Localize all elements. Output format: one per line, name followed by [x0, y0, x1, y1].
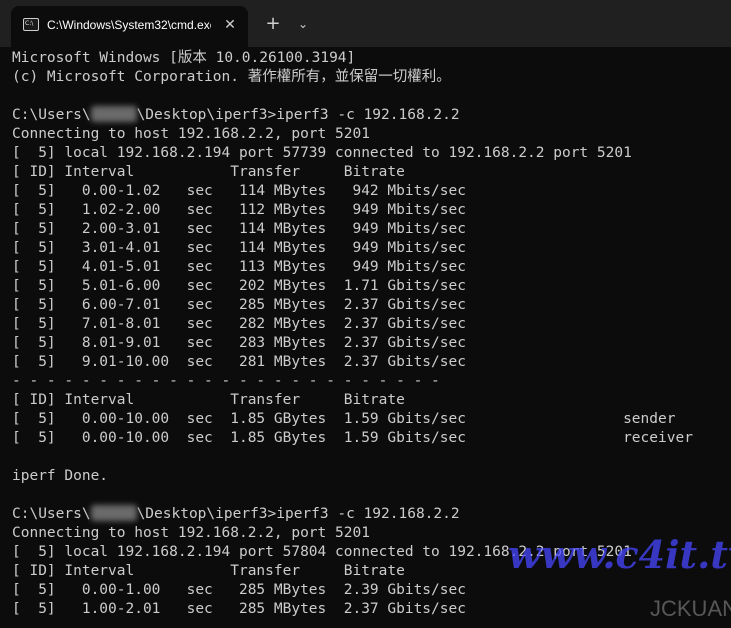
command-text: iperf3 -c 192.168.2.2 — [276, 107, 460, 123]
console-line: [ 5] 5.01-6.00 sec 202 MBytes 1.71 Gbits… — [12, 278, 466, 294]
console-line: [ 5] 1.02-2.00 sec 112 MBytes 949 Mbits/… — [12, 202, 466, 218]
console-line: - - - - - - - - - - - - - - - - - - - - … — [12, 373, 440, 389]
console-line: Connecting to host 192.168.2.2, port 520… — [12, 525, 370, 541]
console-line: [ 5] 0.00-10.00 sec 1.85 GBytes 1.59 Gbi… — [12, 411, 676, 427]
console-line: iperf Done. — [12, 468, 109, 484]
console-line: [ ID] Interval Transfer Bitrate — [12, 164, 405, 180]
prompt-suffix: \Desktop\iperf3> — [136, 506, 277, 522]
console-line: [ 5] 9.01-10.00 sec 281 MBytes 2.37 Gbit… — [12, 354, 466, 370]
command-text: iperf3 -c 192.168.2.2 — [276, 506, 460, 522]
console-line: [ 5] 7.01-8.01 sec 282 MBytes 2.37 Gbits… — [12, 316, 466, 332]
prompt-prefix: C:\Users\ — [12, 506, 91, 522]
console-line: (c) Microsoft Corporation. 著作權所有，並保留一切權利… — [12, 69, 451, 85]
console-line: [ 5] 3.01-4.01 sec 114 MBytes 949 Mbits/… — [12, 240, 466, 256]
console-line: Connecting to host 192.168.2.2, port 520… — [12, 126, 370, 142]
console-line: [ 5] 0.00-10.00 sec 1.85 GBytes 1.59 Gbi… — [12, 430, 693, 446]
console-output[interactable]: Microsoft Windows [版本 10.0.26100.3194] (c… — [12, 49, 731, 628]
console-line: Microsoft Windows [版本 10.0.26100.3194] — [12, 50, 356, 66]
console-line: [ ID] Interval Transfer Bitrate — [12, 392, 405, 408]
console-line: C:\Users\ \Desktop\iperf3>iperf3 -c 192.1… — [12, 505, 731, 524]
chevron-down-icon[interactable]: ⌄ — [293, 12, 313, 36]
title-bar: C:\Windows\System32\cmd.exe ✕ + ⌄ — [0, 0, 731, 47]
console-line: [ 5] local 192.168.2.194 port 57739 conn… — [12, 145, 632, 161]
console-line: [ 5] 8.01-9.01 sec 283 MBytes 2.37 Gbits… — [12, 335, 466, 351]
prompt-suffix: \Desktop\iperf3> — [136, 107, 277, 123]
console-line: [ ID] Interval Transfer Bitrate — [12, 563, 405, 579]
console-line: [ 5] 0.00-1.02 sec 114 MBytes 942 Mbits/… — [12, 183, 466, 199]
console-line: [ 5] 4.01-5.01 sec 113 MBytes 949 Mbits/… — [12, 259, 466, 275]
tab-title: C:\Windows\System32\cmd.exe — [47, 18, 211, 32]
close-icon[interactable]: ✕ — [220, 15, 240, 35]
console-line: [ 5] 0.00-1.00 sec 285 MBytes 2.39 Gbits… — [12, 582, 466, 598]
console-line: [ 5] 1.00-2.01 sec 285 MBytes 2.37 Gbits… — [12, 601, 466, 617]
redacted-username — [90, 106, 137, 122]
terminal-icon — [23, 18, 39, 31]
console-line: C:\Users\ \Desktop\iperf3>iperf3 -c 192.1… — [12, 106, 731, 125]
console-line: [ 5] 6.00-7.01 sec 285 MBytes 2.37 Gbits… — [12, 297, 466, 313]
redacted-username — [90, 505, 137, 521]
tab-cmd[interactable]: C:\Windows\System32\cmd.exe ✕ — [11, 6, 248, 47]
new-tab-button[interactable]: + — [262, 12, 284, 36]
console-line: [ 5] local 192.168.2.194 port 57804 conn… — [12, 544, 632, 560]
prompt-prefix: C:\Users\ — [12, 107, 91, 123]
console-line: [ 5] 2.00-3.01 sec 114 MBytes 949 Mbits/… — [12, 221, 466, 237]
